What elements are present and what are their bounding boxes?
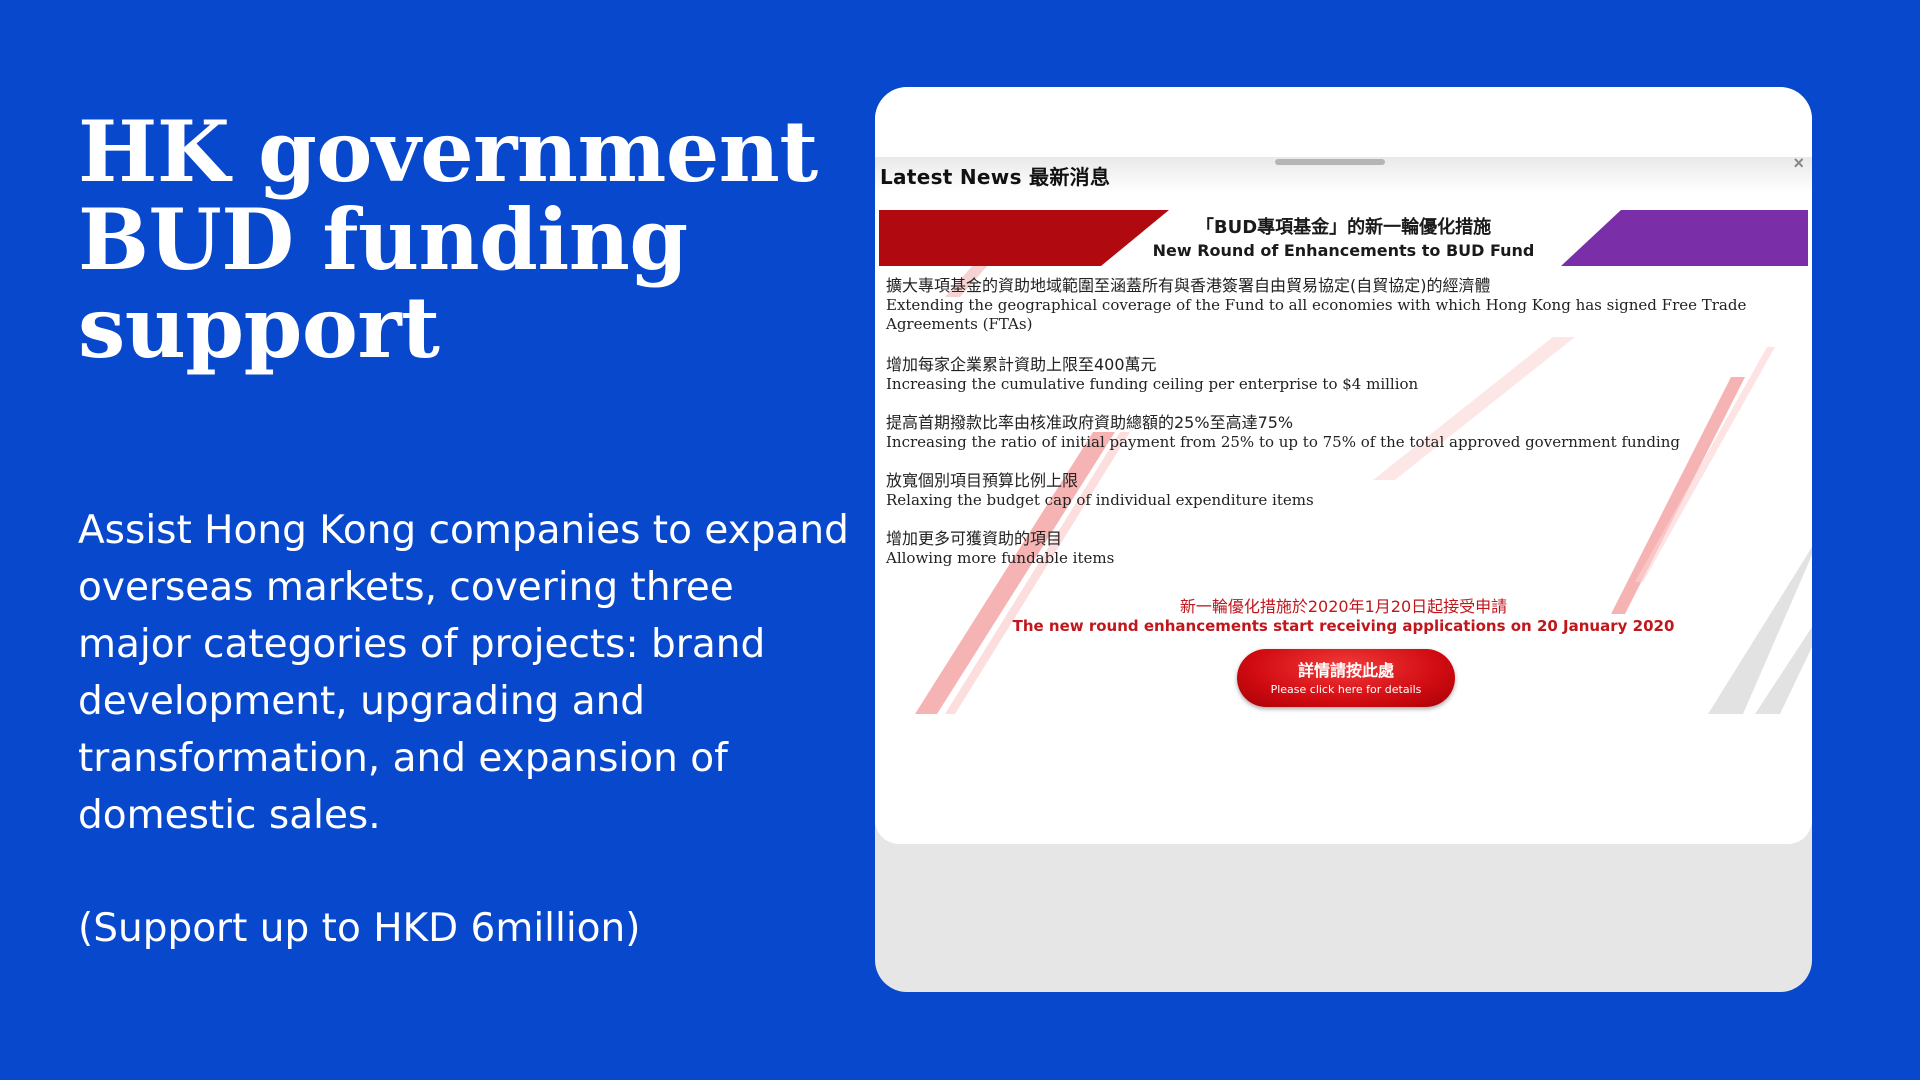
details-button[interactable]: 詳情請按此處 Please click here for details: [1237, 649, 1455, 707]
banner-title-en: New Round of Enhancements to BUD Fund: [1152, 241, 1535, 260]
support-amount: (Support up to HKD 6million): [78, 906, 641, 951]
item-zh: 增加每家企業累計資助上限至400萬元: [886, 355, 1157, 374]
item-zh: 增加更多可獲資助的項目: [886, 529, 1063, 548]
item-zh: 放寬個別項目預算比例上限: [886, 471, 1079, 490]
list-item: 擴大專項基金的資助地域範圍至涵蓋所有與香港簽署自由貿易協定(自貿協定)的經濟體 …: [886, 276, 1804, 334]
list-item: 提高首期撥款比率由核准政府資助總額的25%至高達75% Increasing t…: [886, 413, 1804, 452]
list-item: 增加每家企業累計資助上限至400萬元 Increasing the cumula…: [886, 355, 1804, 394]
details-button-label-en: Please click here for details: [1270, 683, 1422, 696]
application-notice-zh: 新一輪優化措施於2020年1月20日起接受申請: [1179, 597, 1508, 616]
news-heading: Latest News 最新消息: [880, 165, 1111, 189]
item-zh: 提高首期撥款比率由核准政府資助總額的25%至高達75%: [886, 413, 1294, 432]
enhancement-list: 擴大專項基金的資助地域範圍至涵蓋所有與香港簽署自由貿易協定(自貿協定)的經濟體 …: [886, 276, 1804, 568]
item-en: Extending the geographical coverage of t…: [886, 296, 1747, 333]
news-banner: 「BUD專項基金」的新一輪優化措施 New Round of Enhanceme…: [879, 210, 1808, 266]
details-button-label-zh: 詳情請按此處: [1297, 661, 1394, 680]
slide-description: Assist Hong Kong companies to expand ove…: [78, 508, 849, 838]
item-zh: 擴大專項基金的資助地域範圍至涵蓋所有與香港簽署自由貿易協定(自貿協定)的經濟體: [886, 276, 1491, 295]
list-item: 增加更多可獲資助的項目 Allowing more fundable items: [886, 529, 1804, 568]
item-en: Increasing the cumulative funding ceilin…: [886, 375, 1419, 393]
item-en: Increasing the ratio of initial payment …: [886, 433, 1680, 451]
slide-title: HK government BUD funding support: [78, 102, 818, 377]
list-item: 放寬個別項目預算比例上限 Relaxing the budget cap of …: [886, 471, 1804, 510]
drag-handle[interactable]: [1275, 159, 1385, 165]
news-panel: Latest News 最新消息 × 「BUD專項基金」的新一輪優化措施 New…: [875, 87, 1812, 844]
banner-title-zh: 「BUD專項基金」的新一輪優化措施: [1195, 217, 1492, 238]
item-en: Relaxing the budget cap of individual ex…: [886, 491, 1314, 509]
news-screenshot-card: Latest News 最新消息 × 「BUD專項基金」的新一輪優化措施 New…: [875, 87, 1812, 992]
application-notice-en: The new round enhancements start receivi…: [1012, 617, 1675, 635]
item-en: Allowing more fundable items: [886, 549, 1115, 567]
close-icon[interactable]: ×: [1793, 153, 1804, 174]
